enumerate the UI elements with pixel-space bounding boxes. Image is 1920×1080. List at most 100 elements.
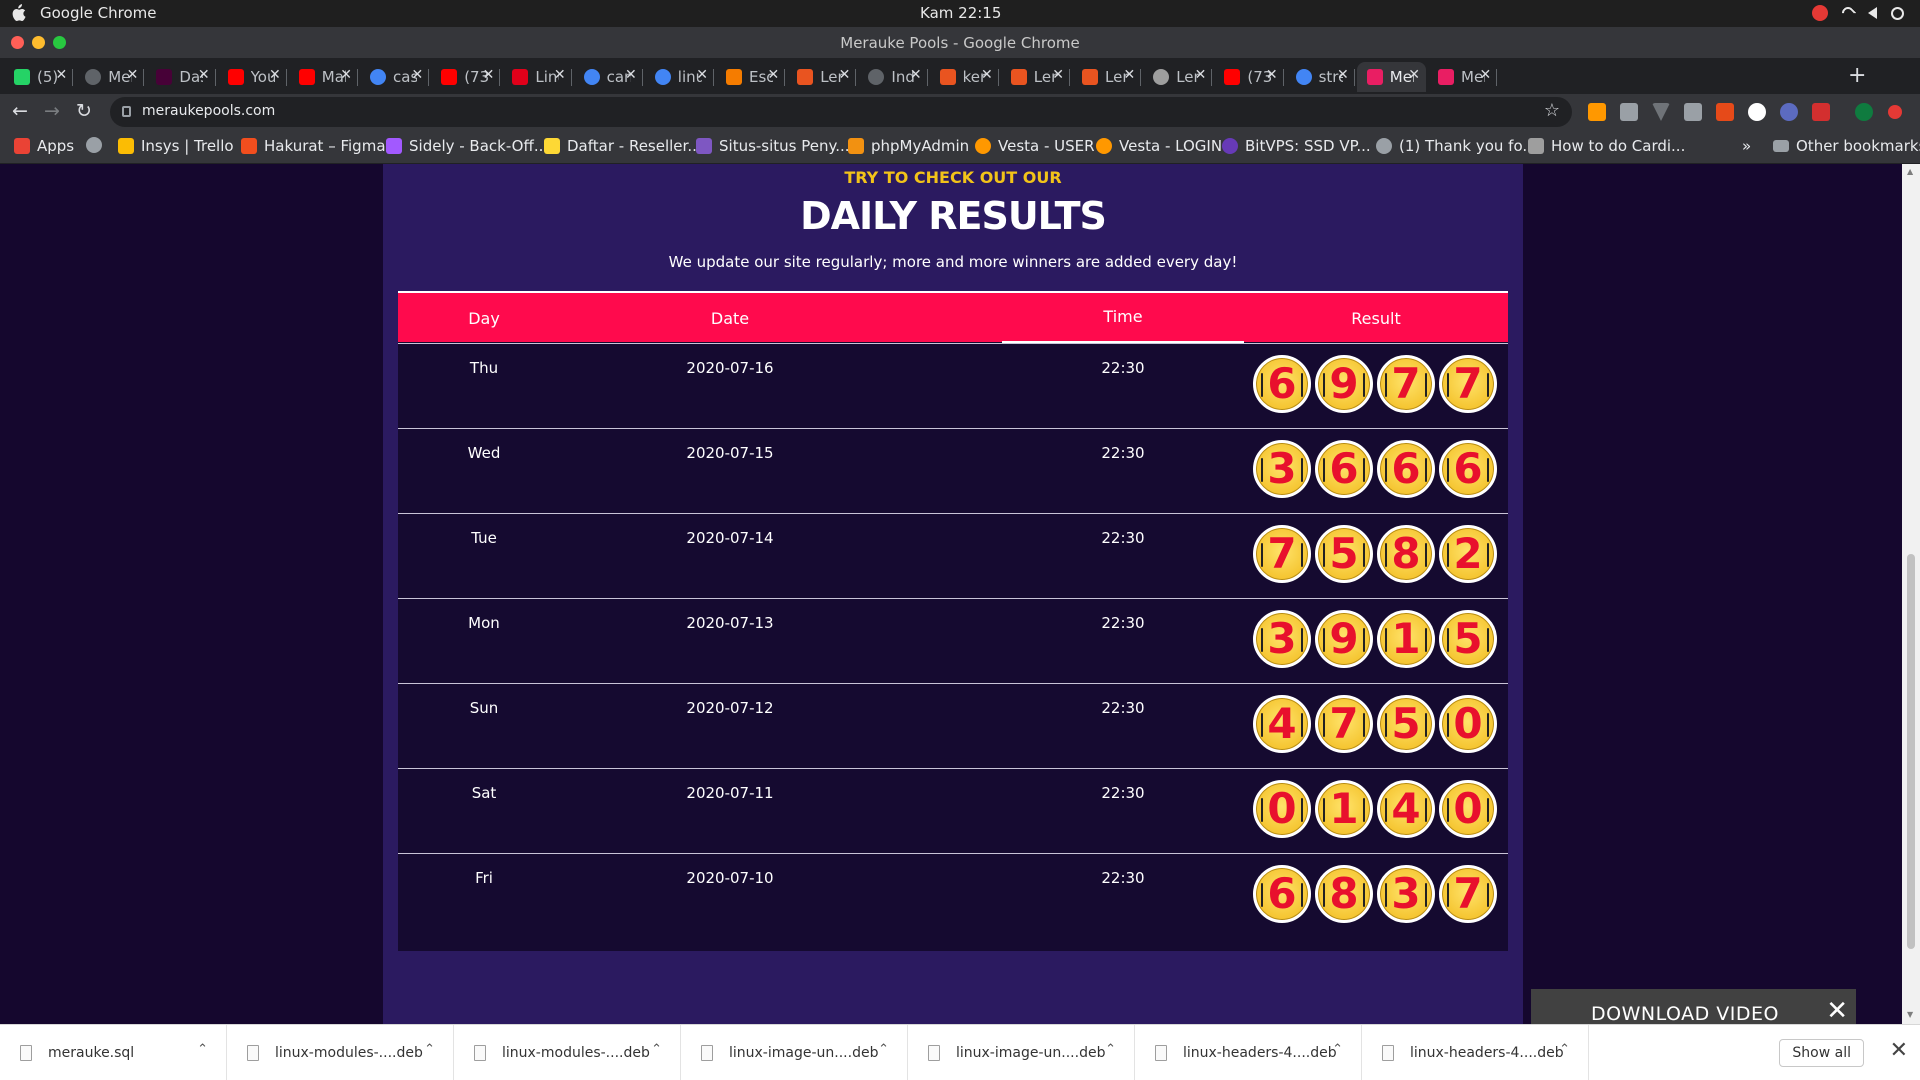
bookmark-item[interactable]: Daftar - Reseller...: [544, 137, 702, 155]
tab-close-icon[interactable]: ✕: [340, 67, 352, 83]
scroll-up-arrow-icon[interactable]: ▲: [1907, 167, 1913, 176]
bookmark-item[interactable]: How to do Cardi...: [1528, 137, 1685, 155]
bookmark-star-icon[interactable]: ☆: [1544, 100, 1560, 121]
chevron-up-icon[interactable]: ⌃: [878, 1042, 889, 1057]
url-text[interactable]: meraukepools.com: [142, 103, 275, 119]
tab[interactable]: Mer✕: [1356, 62, 1426, 92]
bookmark-item[interactable]: Vesta - USER: [975, 137, 1095, 155]
tab[interactable]: Mer✕: [75, 62, 145, 92]
chevron-up-icon[interactable]: ⌃: [197, 1042, 208, 1057]
tab[interactable]: Mal ✕: [289, 62, 358, 92]
chevron-up-icon[interactable]: ⌃: [424, 1042, 435, 1057]
tab-close-icon[interactable]: ✕: [910, 67, 922, 83]
power-icon[interactable]: [1891, 6, 1904, 20]
bookmark-item[interactable]: Insys | Trello: [118, 137, 234, 155]
forward-button[interactable]: →: [44, 100, 60, 122]
bookmark-item[interactable]: Sidely - Back-Off...: [386, 137, 548, 155]
extension-pinterest-icon[interactable]: [1780, 103, 1798, 121]
download-item[interactable]: linux-headers-4....deb ⌃: [1135, 1025, 1362, 1080]
system-clock[interactable]: Kam 22:15: [920, 4, 1001, 22]
tab[interactable]: Len ✕: [787, 62, 857, 92]
active-app-name[interactable]: Google Chrome: [40, 4, 157, 22]
tab-close-icon[interactable]: ✕: [483, 67, 495, 83]
tab-close-icon[interactable]: ✕: [269, 67, 281, 83]
bookmark-item[interactable]: Vesta - LOGIN: [1096, 137, 1222, 155]
extension-chart-icon[interactable]: [1588, 103, 1606, 121]
bookmark-item[interactable]: Hakurat – Figma: [241, 137, 386, 155]
chevron-up-icon[interactable]: ⌃: [651, 1042, 662, 1057]
column-header-day[interactable]: Day: [398, 309, 570, 328]
address-bar[interactable]: meraukepools.com ☆: [110, 97, 1572, 127]
tab[interactable]: Len ✕: [1143, 62, 1213, 92]
tab[interactable]: Indi✕: [858, 62, 928, 92]
column-header-time[interactable]: Time: [1002, 307, 1244, 326]
tab[interactable]: Das✕: [146, 62, 216, 92]
bookmark-item[interactable]: BitVPS: SSD VP...: [1222, 137, 1371, 155]
column-header-result[interactable]: Result: [1256, 309, 1496, 328]
scrollbar-thumb[interactable]: [1907, 554, 1915, 949]
scroll-down-arrow-icon[interactable]: ▼: [1907, 1010, 1913, 1019]
download-item[interactable]: linux-headers-4....deb ⌃: [1362, 1025, 1589, 1080]
bookmark-item[interactable]: [86, 137, 109, 153]
tab-close-icon[interactable]: ✕: [839, 67, 851, 83]
tab-close-icon[interactable]: ✕: [1408, 67, 1420, 83]
tab-close-icon[interactable]: ✕: [127, 67, 139, 83]
tab[interactable]: can ✕: [574, 62, 643, 92]
chevron-up-icon[interactable]: ⌃: [1559, 1042, 1570, 1057]
download-item[interactable]: merauke.sql ⌃: [0, 1025, 227, 1080]
download-video-label[interactable]: DOWNLOAD VIDEO: [1591, 1003, 1779, 1025]
download-item[interactable]: linux-image-un....deb ⌃: [908, 1025, 1135, 1080]
bookmark-item[interactable]: (1) Thank you fo...: [1376, 137, 1537, 155]
extension-lastpass-icon[interactable]: [1812, 103, 1830, 121]
tab[interactable]: Len ✕: [1072, 62, 1142, 92]
tab-close-icon[interactable]: ✕: [696, 67, 708, 83]
tab-close-icon[interactable]: ✕: [981, 67, 993, 83]
bookmarks-overflow-button[interactable]: »: [1742, 137, 1751, 155]
tab[interactable]: stre✕: [1286, 62, 1355, 92]
tab-close-icon[interactable]: ✕: [411, 67, 423, 83]
extension-seo-icon[interactable]: [1684, 103, 1702, 121]
close-icon[interactable]: ✕: [1890, 1038, 1908, 1063]
wifi-icon[interactable]: [1839, 4, 1857, 22]
download-item[interactable]: linux-image-un....deb ⌃: [681, 1025, 908, 1080]
extension-camera-icon[interactable]: [1620, 103, 1638, 121]
tab-close-icon[interactable]: ✕: [554, 67, 566, 83]
tab[interactable]: linu ✕: [645, 62, 714, 92]
chrome-menu-icon[interactable]: [1888, 105, 1902, 119]
bookmark-item[interactable]: phpMyAdmin: [848, 137, 969, 155]
tab-close-icon[interactable]: ✕: [625, 67, 637, 83]
tab[interactable]: Mer✕: [1428, 62, 1498, 92]
tab[interactable]: kerr✕: [930, 62, 999, 92]
extension-vue-icon[interactable]: [1652, 103, 1670, 121]
bookmark-item[interactable]: Apps: [14, 137, 74, 155]
chevron-up-icon[interactable]: ⌃: [1105, 1042, 1116, 1057]
tab-close-icon[interactable]: ✕: [55, 67, 67, 83]
tab-close-icon[interactable]: ✕: [1123, 67, 1135, 83]
tab-close-icon[interactable]: ✕: [1479, 67, 1491, 83]
tab[interactable]: (73 ✕: [1214, 62, 1284, 92]
bookmark-item[interactable]: Situs-situs Peny...: [696, 137, 850, 155]
show-all-downloads-button[interactable]: Show all: [1779, 1039, 1864, 1067]
lock-icon[interactable]: [122, 106, 131, 117]
other-bookmarks-folder[interactable]: Other bookmarks: [1773, 137, 1920, 155]
volume-icon[interactable]: [1868, 7, 1877, 19]
download-item[interactable]: linux-modules-....deb ⌃: [227, 1025, 454, 1080]
column-header-date[interactable]: Date: [630, 309, 830, 328]
new-tab-button[interactable]: +: [1848, 63, 1866, 88]
tab[interactable]: (5) ✕: [4, 62, 74, 92]
tab[interactable]: Linu✕: [502, 62, 572, 92]
tab-close-icon[interactable]: ✕: [1266, 67, 1278, 83]
tab-close-icon[interactable]: ✕: [1052, 67, 1064, 83]
page-scrollbar[interactable]: ▲ ▼: [1902, 164, 1920, 1024]
close-icon[interactable]: ✕: [1826, 998, 1848, 1024]
back-button[interactable]: ←: [12, 100, 28, 122]
tab[interactable]: You ✕: [218, 62, 287, 92]
tab-close-icon[interactable]: ✕: [198, 67, 210, 83]
tab-close-icon[interactable]: ✕: [1337, 67, 1349, 83]
extension-rocket-icon[interactable]: [1748, 103, 1766, 121]
extension-feedly-icon[interactable]: [1716, 103, 1734, 121]
tab-close-icon[interactable]: ✕: [1195, 67, 1207, 83]
notification-badge-icon[interactable]: [1812, 5, 1828, 21]
chevron-up-icon[interactable]: ⌃: [1332, 1042, 1343, 1057]
download-item[interactable]: linux-modules-....deb ⌃: [454, 1025, 681, 1080]
